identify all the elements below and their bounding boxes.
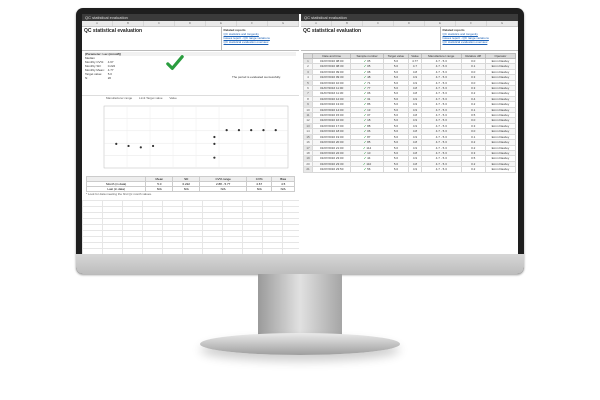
summary-cell: N/A (172, 186, 201, 192)
data-point (237, 129, 241, 132)
report-intro: QC statistical evaluation (301, 27, 440, 50)
parameter-header: (Parameter: Lac (mmol/l)) (85, 52, 296, 56)
parameter-block: (Parameter: Lac (mmol/l)) Median Monthly… (82, 51, 299, 96)
table-cell-value: 87 (367, 134, 371, 139)
spreadsheet-grid (82, 200, 299, 254)
data-point (213, 142, 216, 145)
stat-value: 20 (107, 76, 112, 80)
table-cell: ✓ 56 (350, 166, 384, 173)
data-point (127, 144, 130, 148)
measurement-table: Date and time Sample number Target value… (303, 53, 517, 173)
window-tab[interactable]: QC statistical evaluation (82, 14, 299, 21)
monitor-stand-neck (258, 274, 342, 336)
table-cell-value: 13 (367, 107, 371, 112)
table-cell-value: 31 (367, 96, 371, 101)
report-title: QC statistical evaluation (303, 28, 362, 34)
screen: QC statistical evaluation ABCDEFG QC sta… (82, 14, 518, 254)
summary-cell: N/A (271, 186, 295, 192)
table-cell-value: 71 (367, 80, 371, 85)
report-header: QC statistical evaluation Related report… (82, 27, 299, 51)
summary-cell: N/A (199, 186, 248, 192)
summary-cell: N/A (246, 186, 273, 192)
report-title: QC statistical evaluation (84, 28, 143, 34)
monitor-frame: QC statistical evaluation ABCDEFG QC sta… (76, 8, 524, 274)
data-point (213, 135, 216, 139)
table-cell-value: 88 (367, 123, 371, 128)
data-point (250, 129, 253, 132)
table-cell: Emm Dawley (484, 166, 517, 173)
window-tab[interactable]: QC statistical evaluation (301, 14, 518, 21)
data-point (225, 129, 228, 132)
stat-label: N: (85, 76, 88, 80)
table-cell-value: 85 (367, 140, 371, 145)
table-cell-value: 10 (367, 150, 371, 155)
table-cell-value: 05 (367, 64, 371, 69)
checkmark-icon (166, 55, 184, 70)
legend-item: Manufacturer range (106, 96, 133, 100)
monitor-stand-base (200, 333, 400, 355)
table-cell: 01/07/2016 23:50 (311, 166, 352, 173)
table-cell: 0.2 (460, 166, 486, 173)
evaluation-text: The period is evaluated successfully. (232, 75, 281, 79)
table-cell-value: 06 (367, 91, 371, 96)
table-cell-value: 77 (367, 86, 371, 91)
stats-table: Median Monthly CV%: 4.67 Monthly SD: 0.222… (85, 56, 118, 80)
chart-legend: Manufacturer range Limit Target value Va… (82, 96, 299, 101)
table-cell-value: 08 (367, 69, 371, 74)
summary-cell: N/A (145, 186, 174, 192)
legend-item: Limit Target value (139, 96, 163, 100)
qc-chart (88, 102, 293, 174)
table-cell: 4.7 - 5.3 (420, 166, 462, 173)
data-point (151, 144, 155, 148)
summary-footnote: * Look for data meeting the first Qc mon… (86, 192, 152, 196)
monitor-chin (76, 254, 524, 274)
table-cell-value: 110 (366, 161, 372, 166)
table-cell-value: 05 (367, 59, 371, 63)
table-cell-value: 48 (367, 75, 371, 80)
table-cell: 5.0 (382, 166, 410, 173)
summary-cell: Last (in data) (85, 186, 147, 192)
table-row[interactable]: 21 01/07/2016 23:50 ✓ 56 5.0 4.9 4.7 - 5.3 0.2… (303, 166, 517, 173)
qc-chart-svg (103, 105, 289, 169)
data-point (274, 129, 277, 132)
table-cell-value: 18 (367, 118, 371, 123)
data-point (115, 142, 118, 145)
left-pane: QC statistical evaluation ABCDEFG QC sta… (82, 14, 299, 254)
related-link-3[interactable]: QC statistical evaluation overview (443, 40, 516, 44)
related-reports: Related reports QC statistics and longev… (220, 27, 299, 50)
data-point (262, 129, 265, 132)
table-cell-value: 44 (367, 156, 371, 161)
summary-table: Mean SD CV% range CV% Bias Month (in dat… (85, 176, 295, 192)
related-reports: Related reports QC statistics and longev… (439, 27, 518, 50)
table-cell-value: 56 (367, 167, 371, 172)
row-number: 21 (303, 166, 313, 173)
table-cell-value: 86 (367, 102, 371, 107)
data-point (139, 146, 142, 149)
report-intro: QC statistical evaluation (82, 27, 221, 50)
table-cell-value: 07 (367, 113, 371, 118)
right-pane: QC statistical evaluation ABCDEFG QC sta… (301, 14, 518, 254)
report-header: QC statistical evaluation Related report… (301, 27, 518, 51)
measurement-rows: 1 01/07/2016 08:00 ✓ 05 5.0 4.77 4.7 - 5.3 0.0… (303, 57, 517, 173)
table-cell: 4.9 (408, 166, 422, 173)
data-point (213, 156, 216, 159)
table-cell-value: 114 (366, 145, 372, 150)
table-cell-value: 06 (367, 129, 371, 134)
legend-item: Value (169, 96, 177, 100)
related-link-3[interactable]: QC statistical evaluation overview (224, 40, 297, 44)
